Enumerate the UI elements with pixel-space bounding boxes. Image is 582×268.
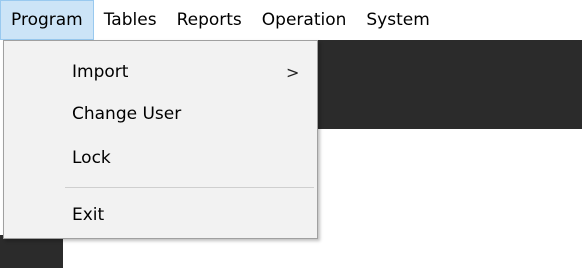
menu-program[interactable]: Program (0, 0, 94, 40)
menu-reports[interactable]: Reports (167, 0, 252, 40)
program-dropdown-menu: Import > Change User Lock Exit (3, 40, 318, 239)
menu-tables[interactable]: Tables (94, 0, 167, 40)
menu-item-exit[interactable]: Exit (4, 198, 317, 232)
menu-item-label: Exit (72, 205, 105, 225)
menu-system[interactable]: System (356, 0, 439, 40)
menu-separator (65, 187, 314, 188)
menu-bar: Program Tables Reports Operation System (0, 0, 582, 40)
menu-item-label: Import (72, 62, 129, 82)
menu-item-change-user[interactable]: Change User (4, 97, 317, 131)
menu-operation[interactable]: Operation (252, 0, 357, 40)
background-panel (316, 40, 582, 129)
menu-item-label: Change User (72, 104, 182, 124)
menu-item-lock[interactable]: Lock (4, 141, 317, 175)
menu-item-import[interactable]: Import > (4, 55, 317, 89)
left-dark-strip (0, 235, 62, 268)
menu-item-label: Lock (72, 148, 111, 168)
chevron-right-icon: > (286, 62, 300, 82)
